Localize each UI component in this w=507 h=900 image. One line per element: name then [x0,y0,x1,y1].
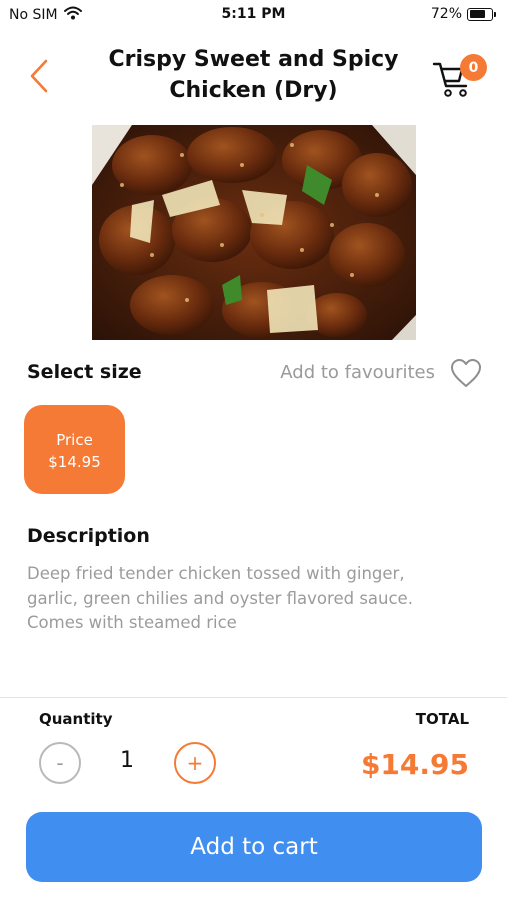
total-label: TOTAL [415,710,469,728]
heart-icon[interactable] [449,357,483,389]
size-option-price: $14.95 [48,453,101,471]
page-title: Crispy Sweet and Spicy Chicken (Dry) [92,44,415,106]
select-size-label: Select size [27,361,142,383]
cart-button[interactable]: 0 [432,54,490,98]
add-to-cart-label: Add to cart [190,834,318,860]
status-bar: No SIM 5:11 PM 72% [0,0,507,30]
divider [0,697,507,698]
add-to-cart-button[interactable]: Add to cart [26,812,482,882]
size-option-button[interactable]: Price $14.95 [24,405,125,494]
cart-count-badge: 0 [460,54,487,81]
description-text: Deep fried tender chicken tossed with gi… [27,564,413,632]
decrease-quantity-button[interactable]: - [39,742,81,784]
battery-percent: 72% [430,6,462,22]
page-title-line2: Chicken (Dry) [169,78,338,103]
total-value: $14.95 [360,748,469,781]
status-right: 72% [430,6,496,22]
back-button[interactable] [22,56,56,96]
quantity-label: Quantity [39,710,113,728]
chevron-left-icon [30,59,48,93]
add-to-favourites-label[interactable]: Add to favourites [280,362,435,383]
description-heading: Description [27,525,150,547]
page-title-line1: Crispy Sweet and Spicy [108,47,399,72]
plus-icon: + [186,751,204,775]
food-photo [92,125,416,340]
battery-icon [467,7,496,21]
size-option-label: Price [56,431,93,449]
increase-quantity-button[interactable]: + [174,742,216,784]
minus-icon: - [56,751,64,775]
quantity-value: 1 [120,748,134,773]
